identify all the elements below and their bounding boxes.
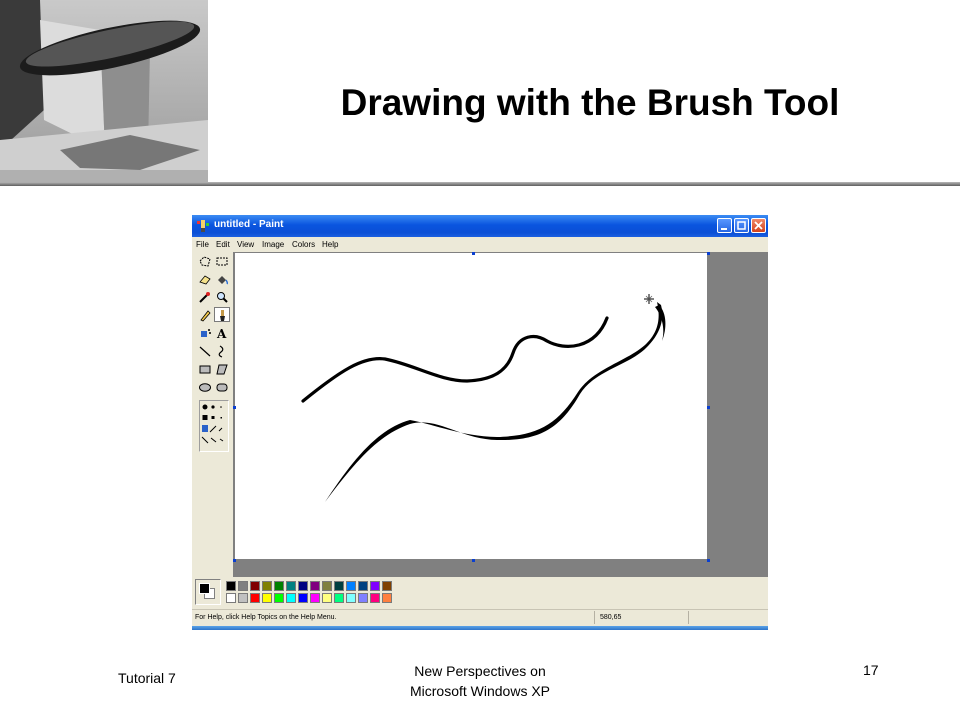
paint-icon bbox=[196, 219, 210, 233]
palette-color-swatch[interactable] bbox=[298, 581, 308, 591]
palette-color-swatch[interactable] bbox=[346, 593, 356, 603]
palette-color-swatch[interactable] bbox=[370, 593, 380, 603]
palette-color-swatch[interactable] bbox=[334, 593, 344, 603]
page-number: 17 bbox=[863, 662, 879, 678]
palette-color-swatch[interactable] bbox=[322, 593, 332, 603]
palette-color-swatch[interactable] bbox=[238, 593, 248, 603]
palette-color-swatch[interactable] bbox=[262, 581, 272, 591]
header-building-photo bbox=[0, 0, 208, 184]
status-coordinates: 580,65 bbox=[594, 611, 674, 624]
palette-color-swatch[interactable] bbox=[238, 581, 248, 591]
menu-colors[interactable]: Colors bbox=[292, 240, 315, 249]
palette-color-swatch[interactable] bbox=[250, 593, 260, 603]
free-form-select-icon[interactable] bbox=[197, 254, 213, 269]
palette-color-swatch[interactable] bbox=[310, 593, 320, 603]
status-divider bbox=[688, 611, 689, 624]
palette-color-swatch[interactable] bbox=[286, 593, 296, 603]
header-divider bbox=[0, 182, 960, 186]
curve-icon[interactable] bbox=[214, 344, 230, 359]
status-help-text: For Help, click Help Topics on the Help … bbox=[195, 614, 337, 621]
color-box bbox=[192, 577, 768, 607]
text-icon[interactable]: A bbox=[214, 326, 230, 341]
magnifier-icon[interactable] bbox=[214, 290, 230, 305]
menu-image[interactable]: Image bbox=[262, 240, 284, 249]
resize-handle[interactable] bbox=[707, 252, 710, 255]
title-bar[interactable]: untitled - Paint bbox=[192, 215, 768, 237]
footer-line-1: New Perspectives on bbox=[414, 663, 546, 679]
menu-edit[interactable]: Edit bbox=[216, 240, 230, 249]
slide-title: Drawing with the Brush Tool bbox=[340, 82, 840, 123]
footer-line-2: Microsoft Windows XP bbox=[409, 683, 551, 699]
menu-view[interactable]: View bbox=[237, 240, 254, 249]
menu-file[interactable]: File bbox=[196, 240, 209, 249]
menu-bar: File Edit View Image Colors Help bbox=[192, 237, 768, 251]
polygon-icon[interactable] bbox=[214, 362, 230, 377]
close-icon[interactable] bbox=[751, 218, 766, 233]
rectangle-icon[interactable] bbox=[197, 362, 213, 377]
toolbox: A bbox=[195, 252, 233, 572]
palette-color-swatch[interactable] bbox=[334, 581, 344, 591]
menu-help[interactable]: Help bbox=[322, 240, 338, 249]
drawing-canvas[interactable] bbox=[235, 253, 707, 559]
airbrush-icon[interactable] bbox=[197, 326, 213, 341]
ellipse-icon[interactable] bbox=[197, 380, 213, 395]
select-icon[interactable] bbox=[214, 254, 230, 269]
brush-strokes bbox=[301, 294, 666, 502]
brush-icon[interactable] bbox=[214, 307, 230, 322]
palette-color-swatch[interactable] bbox=[226, 581, 236, 591]
footer-book-title: New Perspectives on Microsoft Windows XP bbox=[380, 661, 580, 701]
maximize-icon[interactable] bbox=[734, 218, 749, 233]
window-title: untitled - Paint bbox=[214, 219, 284, 230]
footer-tutorial-label: Tutorial 7 bbox=[118, 670, 176, 686]
resize-handle[interactable] bbox=[707, 406, 710, 409]
resize-handle[interactable] bbox=[472, 252, 475, 255]
palette-color-swatch[interactable] bbox=[310, 581, 320, 591]
brush-cursor-icon bbox=[644, 294, 654, 304]
resize-handle[interactable] bbox=[472, 559, 475, 562]
rounded-rectangle-icon[interactable] bbox=[214, 380, 230, 395]
foreground-color-swatch bbox=[199, 583, 210, 594]
palette-color-swatch[interactable] bbox=[274, 593, 284, 603]
palette-color-swatch[interactable] bbox=[382, 593, 392, 603]
palette-color-swatch[interactable] bbox=[382, 581, 392, 591]
pencil-icon[interactable] bbox=[197, 308, 213, 323]
palette-color-swatch[interactable] bbox=[370, 581, 380, 591]
resize-handle[interactable] bbox=[707, 559, 710, 562]
minimize-icon[interactable] bbox=[717, 218, 732, 233]
paint-window: untitled - Paint File Edit View Image Co… bbox=[192, 215, 768, 630]
resize-handle[interactable] bbox=[233, 559, 236, 562]
palette-color-swatch[interactable] bbox=[358, 581, 368, 591]
palette-color-swatch[interactable] bbox=[274, 581, 284, 591]
canvas-scroll-area bbox=[233, 252, 768, 577]
brush-shape-options[interactable] bbox=[199, 400, 229, 452]
palette-color-swatch[interactable] bbox=[346, 581, 356, 591]
taskbar-edge bbox=[192, 626, 768, 630]
palette-color-swatch[interactable] bbox=[262, 593, 272, 603]
line-icon[interactable] bbox=[197, 344, 213, 359]
pick-color-icon[interactable] bbox=[197, 290, 213, 305]
palette-color-swatch[interactable] bbox=[250, 581, 260, 591]
palette-color-swatch[interactable] bbox=[226, 593, 236, 603]
eraser-icon[interactable] bbox=[197, 272, 213, 287]
palette-color-swatch[interactable] bbox=[286, 581, 296, 591]
palette-color-swatch[interactable] bbox=[322, 581, 332, 591]
status-bar: For Help, click Help Topics on the Help … bbox=[192, 609, 768, 627]
palette-color-swatch[interactable] bbox=[298, 593, 308, 603]
palette-color-swatch[interactable] bbox=[358, 593, 368, 603]
current-colors[interactable] bbox=[195, 579, 221, 605]
resize-handle[interactable] bbox=[233, 406, 236, 409]
svg-text:A: A bbox=[216, 327, 227, 340]
fill-with-color-icon[interactable] bbox=[214, 272, 230, 287]
